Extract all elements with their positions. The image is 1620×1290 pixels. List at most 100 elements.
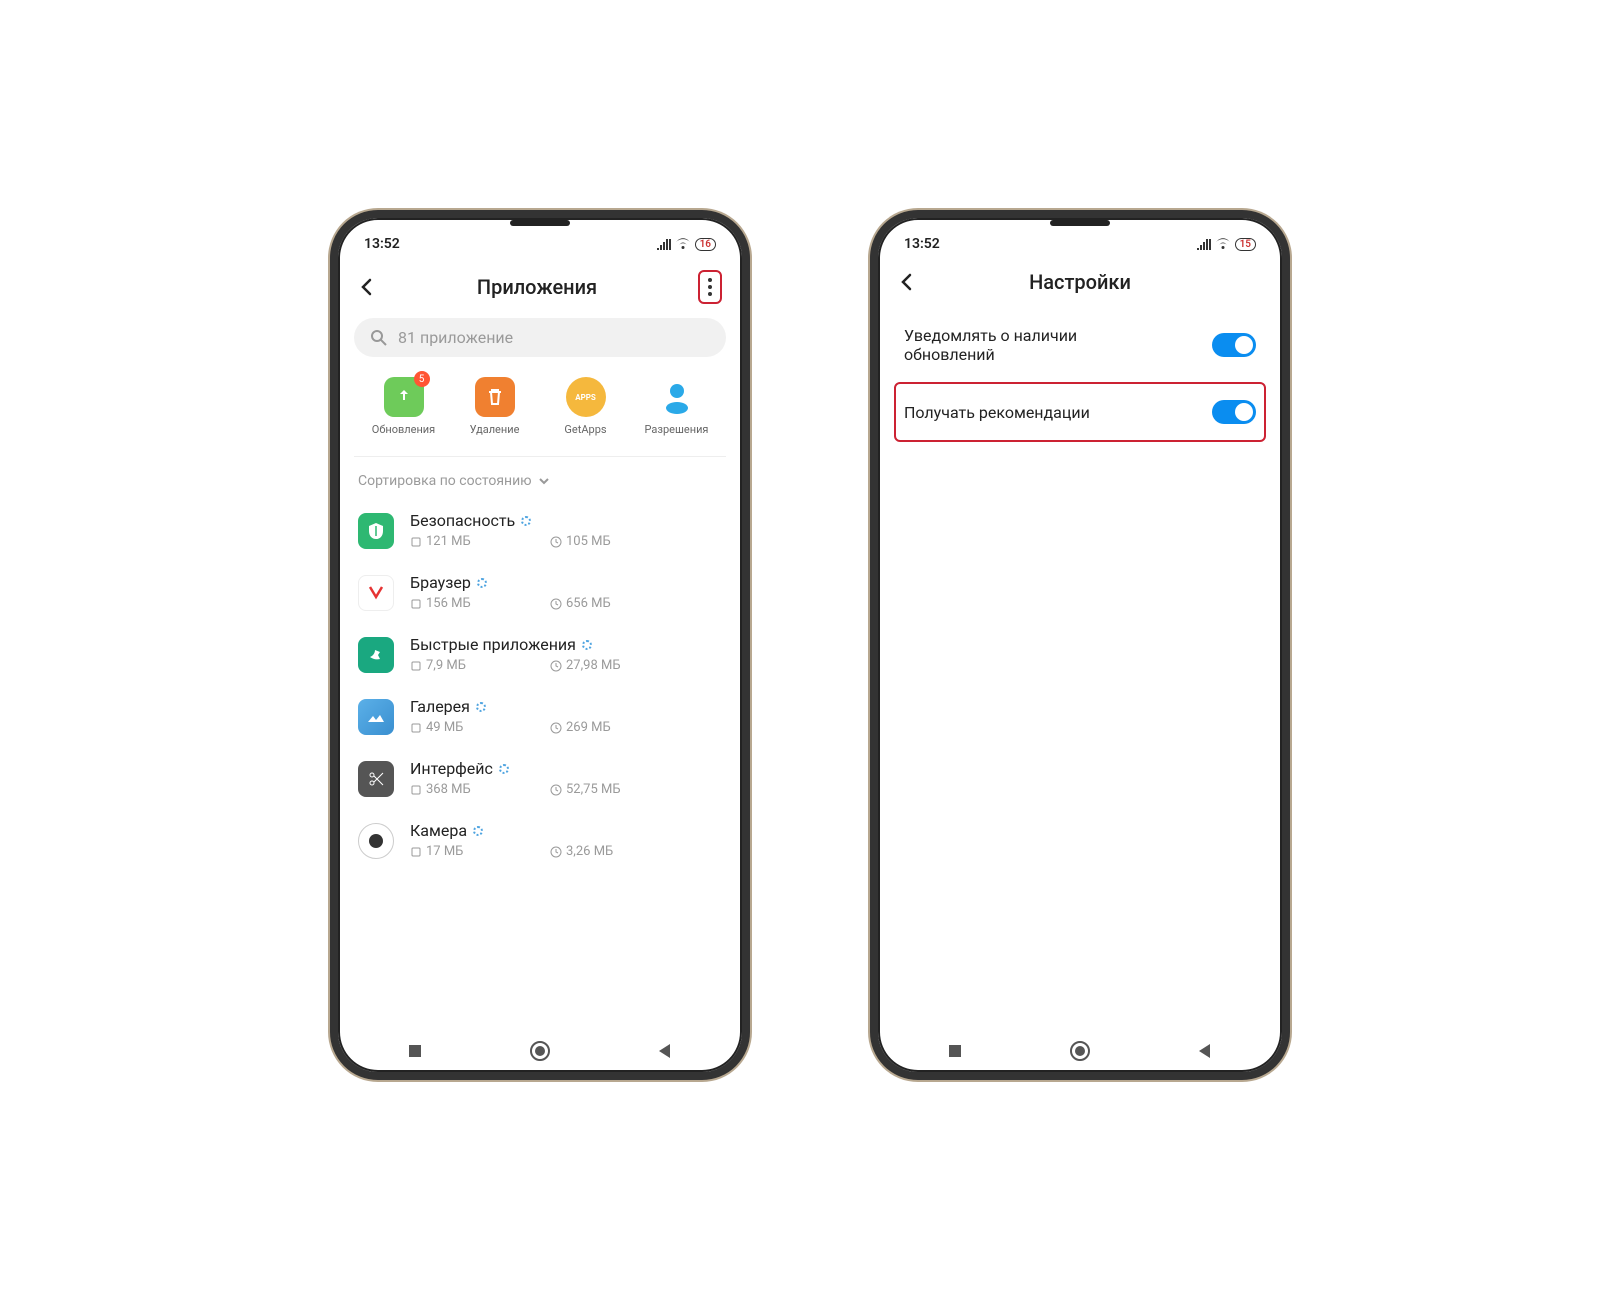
chip-icon (410, 784, 422, 796)
signal-icon (657, 238, 671, 250)
clock-icon (550, 598, 562, 610)
app-name: Быстрые приложения (410, 635, 576, 654)
nav-bar (894, 1026, 1266, 1072)
search-bar[interactable]: 81 приложение (354, 318, 726, 357)
app-storage: 156 МБ (426, 596, 471, 611)
nav-home-icon[interactable] (1069, 1040, 1091, 1062)
scissors-icon (366, 769, 386, 789)
action-uninstall-label: Удаление (470, 423, 520, 436)
list-item[interactable]: Галерея 49 МБ 269 МБ (354, 685, 726, 747)
action-permissions-label: Разрешения (645, 423, 709, 436)
apps-icon: APPS (575, 393, 596, 402)
chip-icon (410, 598, 422, 610)
image-icon (366, 707, 386, 727)
status-time: 13:52 (364, 236, 400, 252)
bird-icon (366, 645, 386, 665)
clock-icon (550, 536, 562, 548)
toggle-recommendations[interactable] (1212, 400, 1256, 424)
action-getapps[interactable]: APPS GetApps (540, 377, 631, 436)
signal-icon (1197, 238, 1211, 250)
clock-icon (550, 846, 562, 858)
setting-label: Уведомлять о наличии обновлений (904, 326, 1144, 364)
more-button[interactable] (698, 270, 722, 304)
nav-recent-icon[interactable] (406, 1042, 424, 1060)
loading-icon (476, 702, 486, 712)
clock-icon (550, 660, 562, 672)
yandex-icon (366, 583, 386, 603)
header: Приложения (354, 270, 726, 304)
app-time: 27,98 МБ (566, 658, 621, 673)
status-bar: 13:52 16 (354, 236, 726, 252)
app-storage: 368 МБ (426, 782, 471, 797)
camera-icon (369, 834, 383, 848)
back-button[interactable] (898, 273, 916, 291)
app-name: Безопасность (410, 511, 515, 530)
app-storage: 49 МБ (426, 720, 463, 735)
phone-2: 13:52 15 Настройки Уведомлять о наличии … (870, 210, 1290, 1080)
action-uninstall[interactable]: Удаление (449, 377, 540, 436)
loading-icon (473, 826, 483, 836)
status-time: 13:52 (904, 236, 940, 252)
action-getapps-label: GetApps (564, 423, 606, 436)
nav-home-icon[interactable] (529, 1040, 551, 1062)
app-storage: 7,9 МБ (426, 658, 466, 673)
action-updates-label: Обновления (372, 423, 435, 436)
list-item[interactable]: Интерфейс 368 МБ 52,75 МБ (354, 747, 726, 809)
battery-icon: 15 (1235, 238, 1256, 251)
app-time: 3,26 МБ (566, 844, 613, 859)
chip-icon (410, 536, 422, 548)
nav-recent-icon[interactable] (946, 1042, 964, 1060)
more-vertical-icon (708, 278, 712, 296)
setting-notify-updates[interactable]: Уведомлять о наличии обновлений (894, 308, 1266, 382)
header: Настройки (894, 270, 1266, 294)
sort-label: Сортировка по состоянию (358, 473, 532, 489)
app-time: 52,75 МБ (566, 782, 621, 797)
chevron-left-icon (898, 273, 916, 291)
list-item[interactable]: Браузер 156 МБ 656 МБ (354, 561, 726, 623)
app-time: 105 МБ (566, 534, 611, 549)
toggle-notify[interactable] (1212, 333, 1256, 357)
status-icons: 15 (1197, 238, 1256, 251)
chevron-left-icon (358, 278, 376, 296)
loading-icon (582, 640, 592, 650)
app-time: 656 МБ (566, 596, 611, 611)
chip-icon (410, 722, 422, 734)
loading-icon (477, 578, 487, 588)
nav-back-icon[interactable] (656, 1042, 674, 1060)
action-permissions[interactable]: Разрешения (631, 377, 722, 436)
wifi-icon (675, 238, 691, 250)
shield-icon (366, 521, 386, 541)
app-time: 269 МБ (566, 720, 611, 735)
app-name: Камера (410, 821, 467, 840)
trash-icon (486, 388, 504, 406)
upload-icon (395, 388, 413, 406)
nav-bar (354, 1026, 726, 1072)
app-storage: 121 МБ (426, 534, 471, 549)
app-storage: 17 МБ (426, 844, 463, 859)
phone-1: 13:52 16 Приложения 81 приложение (330, 210, 750, 1080)
page-title: Настройки (1029, 270, 1131, 294)
loading-icon (499, 764, 509, 774)
empty-space (894, 442, 1266, 1026)
app-name: Галерея (410, 697, 470, 716)
action-updates[interactable]: 5 Обновления (358, 377, 449, 436)
nav-back-icon[interactable] (1196, 1042, 1214, 1060)
sort-dropdown[interactable]: Сортировка по состоянию (354, 457, 726, 499)
action-row: 5 Обновления Удаление APPS GetApps (354, 377, 726, 457)
app-name: Интерфейс (410, 759, 493, 778)
list-item[interactable]: Быстрые приложения 7,9 МБ 27,98 МБ (354, 623, 726, 685)
back-button[interactable] (358, 278, 376, 296)
status-icons: 16 (657, 238, 716, 251)
person-icon (660, 380, 694, 414)
clock-icon (550, 722, 562, 734)
search-placeholder: 81 приложение (398, 328, 513, 347)
chevron-down-icon (538, 475, 550, 487)
list-item[interactable]: Безопасность 121 МБ 105 МБ (354, 499, 726, 561)
status-bar: 13:52 15 (894, 236, 1266, 252)
wifi-icon (1215, 238, 1231, 250)
battery-icon: 16 (695, 238, 716, 251)
screen-2: 13:52 15 Настройки Уведомлять о наличии … (878, 218, 1282, 1072)
chip-icon (410, 846, 422, 858)
list-item[interactable]: Камера 17 МБ 3,26 МБ (354, 809, 726, 871)
setting-recommendations[interactable]: Получать рекомендации (894, 382, 1266, 442)
